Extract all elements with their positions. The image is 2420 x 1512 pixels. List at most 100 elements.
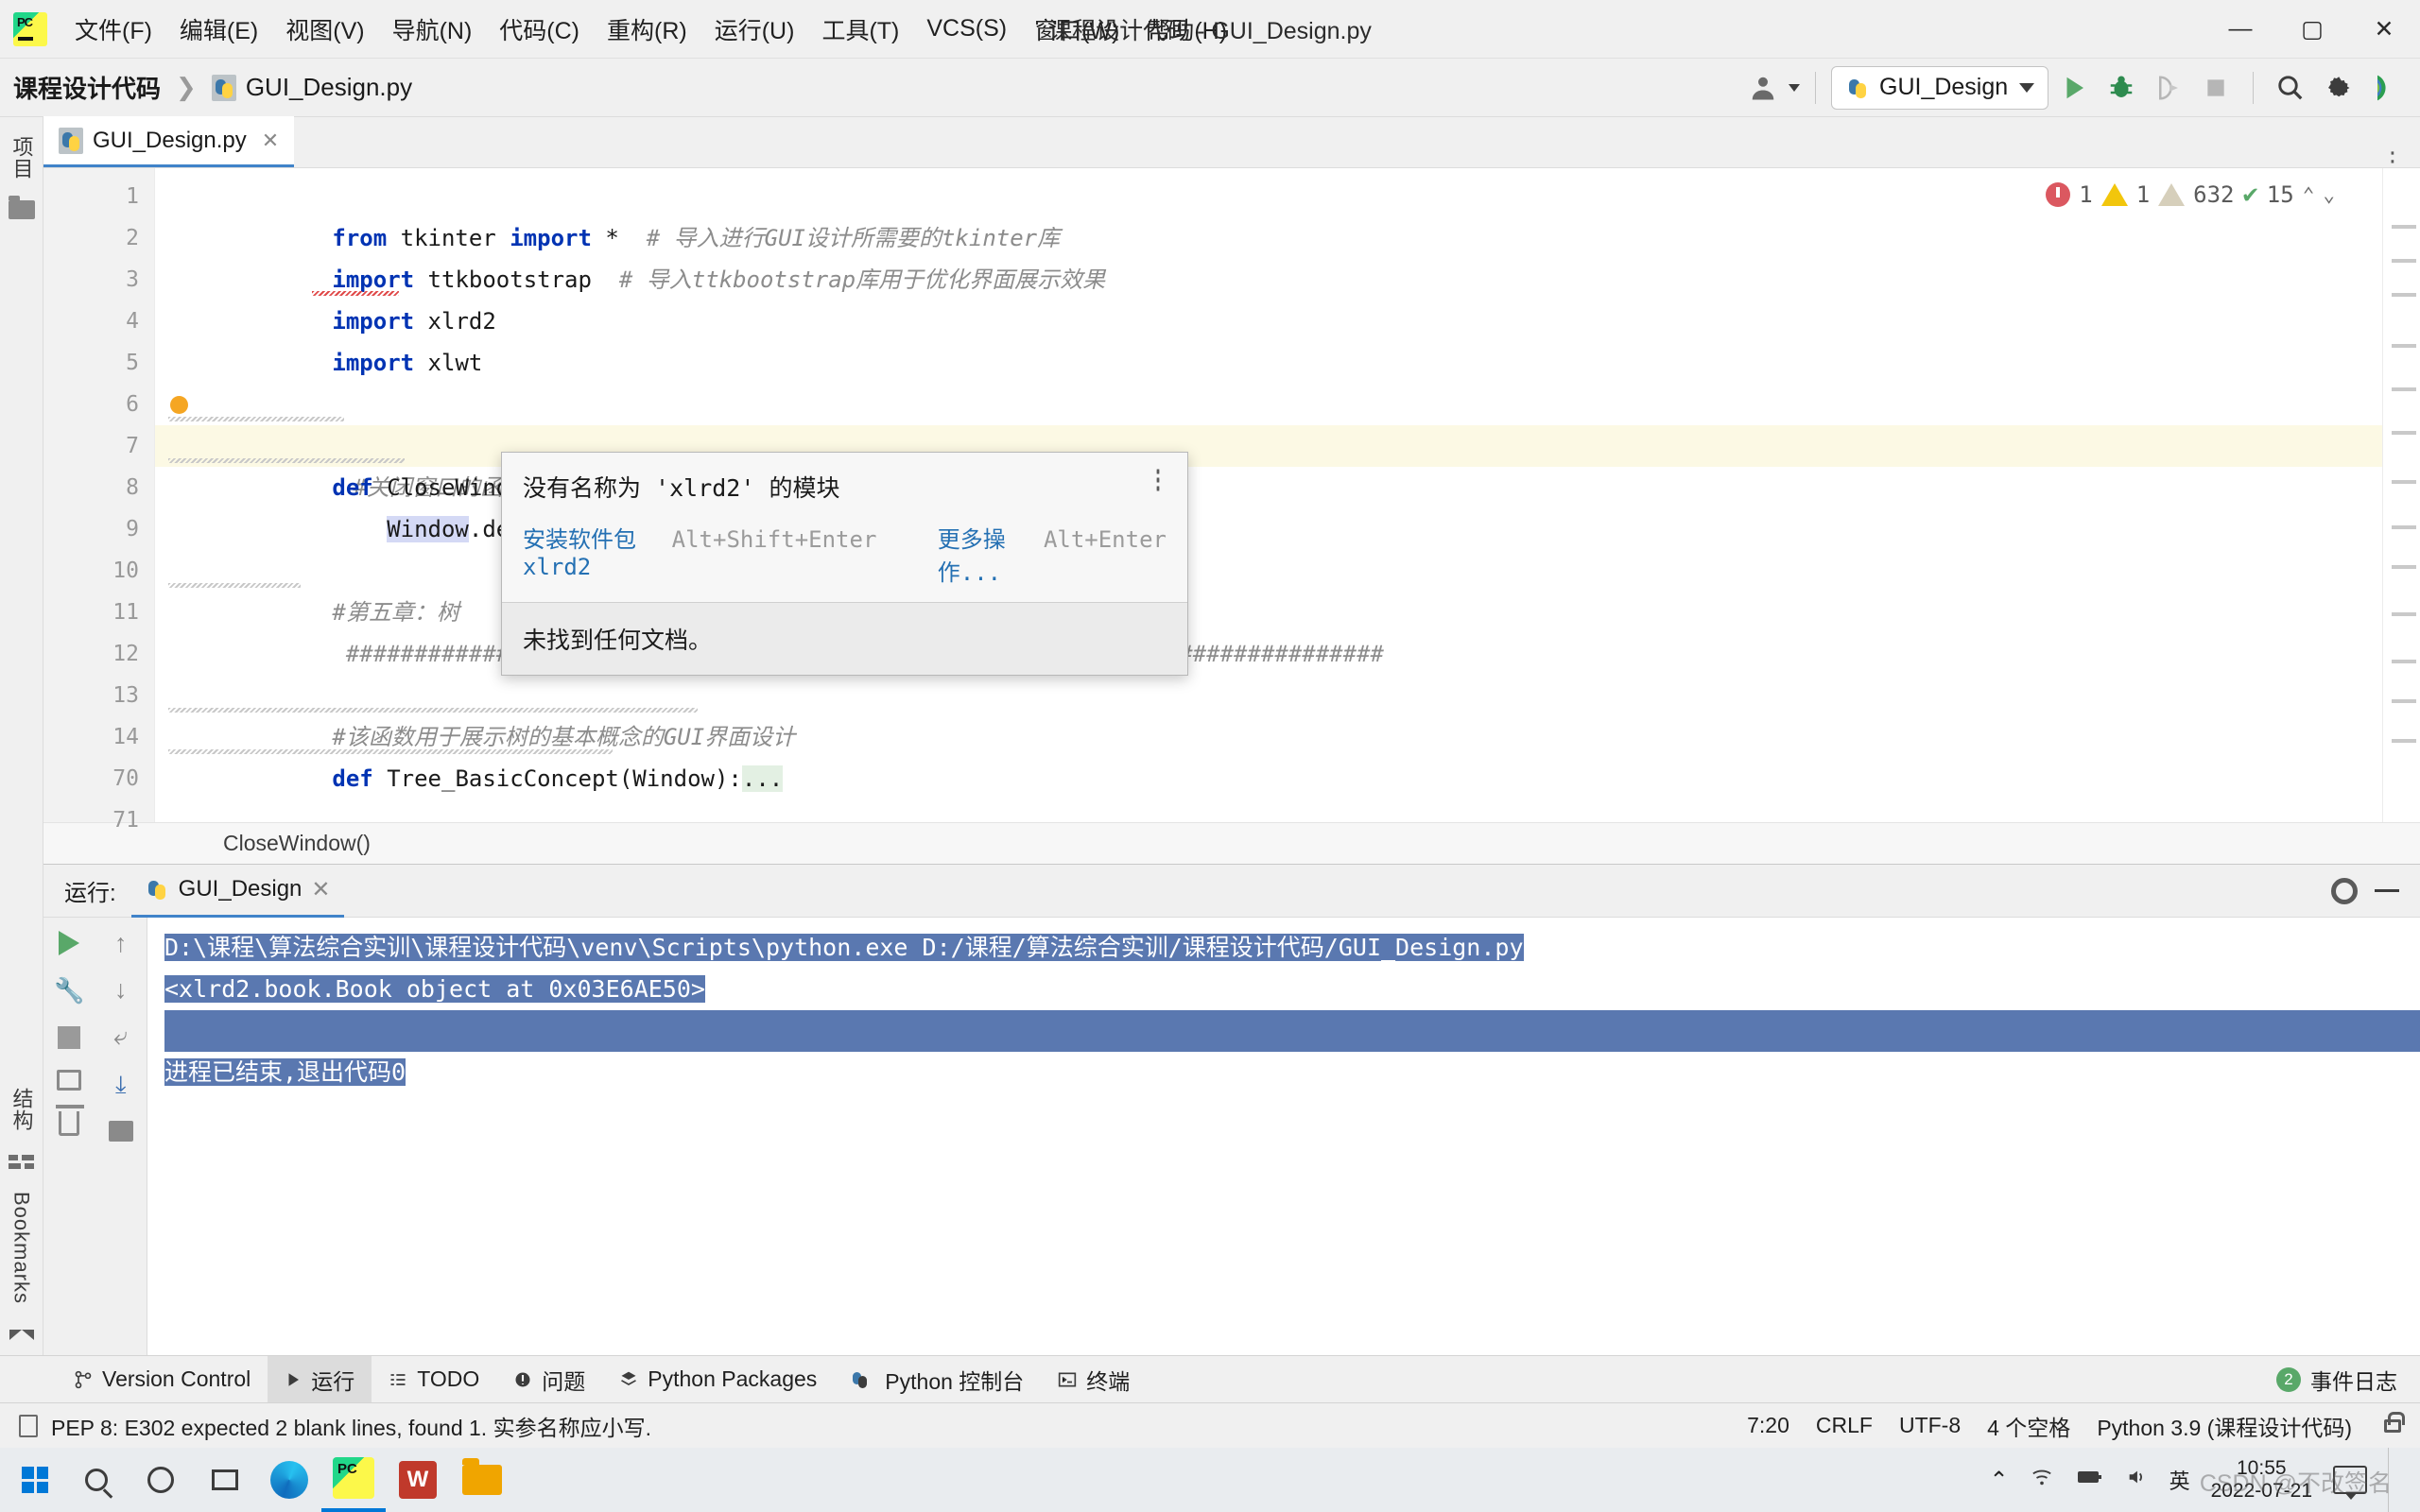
action-center-icon[interactable] <box>2333 1466 2367 1500</box>
search-icon[interactable] <box>2269 66 2312 110</box>
line-number: 8 <box>126 475 139 500</box>
inspection-widget[interactable]: 1 1 632 ✔ 15 ⌃ ⌄ <box>2042 178 2339 211</box>
project-folder-icon[interactable] <box>8 196 36 221</box>
account-dropdown-icon[interactable] <box>1789 83 1800 92</box>
event-log-label[interactable]: 事件日志 <box>2310 1364 2397 1396</box>
menu-navigate[interactable]: 导航(N) <box>380 6 485 53</box>
run-settings-gear-icon[interactable] <box>2331 877 2358 904</box>
code-line: import xlrd2 <box>155 259 2382 335</box>
tool-tab-run[interactable]: 运行 <box>268 1355 372 1403</box>
editor-tab-close-icon[interactable]: ✕ <box>262 129 279 153</box>
taskbar-search-icon[interactable] <box>64 1448 129 1512</box>
breadcrumb-project[interactable]: 课程设计代码 <box>13 70 161 105</box>
run-with-coverage-button[interactable] <box>2147 66 2190 110</box>
tool-tab-version-control[interactable]: Version Control <box>57 1356 268 1403</box>
menu-file[interactable]: 文件(F) <box>62 6 164 53</box>
down-stacktrace-icon[interactable]: ↓ <box>114 977 128 1003</box>
taskbar-pycharm-icon[interactable] <box>321 1448 386 1512</box>
event-log-area[interactable]: 2 事件日志 <box>2276 1364 2420 1396</box>
scroll-to-end-icon[interactable]: ⤓ <box>115 1070 127 1100</box>
pycharm-logo-icon <box>13 11 47 46</box>
volume-icon[interactable] <box>2124 1467 2149 1494</box>
file-encoding[interactable]: UTF-8 <box>1899 1413 1961 1438</box>
tool-tab-problems[interactable]: 问题 <box>496 1356 602 1403</box>
code-text-area[interactable]: from tkinter import * # 导入进行GUI设计所需要的tki… <box>155 168 2382 822</box>
battery-icon[interactable] <box>2075 1467 2103 1493</box>
run-tab-close-icon[interactable]: ✕ <box>311 876 330 903</box>
python-interpreter[interactable]: Python 3.9 (课程设计代码) <box>2097 1410 2352 1442</box>
menu-tools[interactable]: 工具(T) <box>809 6 911 53</box>
tool-tab-python-console[interactable]: Python 控制台 <box>834 1356 1041 1403</box>
ide-features-icon[interactable] <box>2363 66 2407 110</box>
menu-view[interactable]: 视图(V) <box>273 6 376 53</box>
intention-bulb-icon[interactable] <box>170 396 188 414</box>
edit-configuration-icon[interactable]: 🔧 <box>54 976 84 1005</box>
bookmark-icon[interactable] <box>8 1323 36 1346</box>
more-actions-link[interactable]: 更多操作... <box>938 521 1027 587</box>
clear-all-icon[interactable] <box>56 1105 85 1136</box>
menu-window[interactable]: 窗口(W) <box>1022 6 1132 53</box>
sidebar-item-bookmarks[interactable]: Bookmarks <box>9 1182 34 1314</box>
error-icon <box>2046 181 2071 207</box>
lock-icon[interactable] <box>2384 1411 2405 1433</box>
gear-icon[interactable] <box>2316 66 2360 110</box>
menu-refactor[interactable]: 重构(R) <box>595 6 700 53</box>
debug-button[interactable] <box>2100 66 2143 110</box>
tab-strip-options[interactable]: ⋮ <box>2380 148 2420 173</box>
menu-run[interactable]: 运行(U) <box>702 6 807 53</box>
doc-options-icon[interactable]: ⋮ <box>1146 469 1170 493</box>
tool-tab-terminal[interactable]: 终端 <box>1041 1356 1147 1403</box>
start-button[interactable] <box>6 1448 64 1512</box>
taskbar-clock[interactable]: 10:55 2022-07-21 <box>2211 1457 2312 1503</box>
more-options-icon[interactable]: ⋮ <box>2380 148 2405 173</box>
menu-vcs[interactable]: VCS(S) <box>914 9 1019 49</box>
layout-icon[interactable] <box>57 1070 82 1091</box>
structure-icon[interactable] <box>8 1150 36 1173</box>
caret-position[interactable]: 7:20 <box>1747 1413 1789 1438</box>
stop-process-icon[interactable] <box>58 1026 81 1049</box>
cortana-icon[interactable] <box>129 1448 193 1512</box>
show-desktop-button[interactable] <box>2388 1448 2401 1512</box>
console-text: <xlrd2.book.Book object at 0x03E6AE50> <box>164 975 705 1003</box>
menu-code[interactable]: 代码(C) <box>487 6 592 53</box>
menu-help[interactable]: 帮助(H) <box>1134 6 1239 53</box>
code-editor: 1 2 3 4 5 6 7 8 9 10 11 12 13 14 70 71 f… <box>43 168 2420 833</box>
maximize-button[interactable]: ▢ <box>2276 0 2348 59</box>
close-button[interactable]: ✕ <box>2348 0 2420 59</box>
up-stacktrace-icon[interactable]: ↑ <box>114 931 128 956</box>
run-tab-gui-design[interactable]: GUI_Design ✕ <box>130 865 344 918</box>
tool-tab-todo[interactable]: TODO <box>372 1356 496 1403</box>
line-separator[interactable]: CRLF <box>1816 1413 1873 1438</box>
print-icon[interactable] <box>108 1121 133 1142</box>
breadcrumb-file[interactable]: GUI_Design.py <box>246 73 412 102</box>
inspection-popup[interactable]: ⋮ 没有名称为 'xlrd2' 的模块 安装软件包 xlrd2 Alt+Shif… <box>501 452 1188 676</box>
console-output[interactable]: D:\课程\算法综合实训\课程设计代码\venv\Scripts\python.… <box>147 918 2420 1355</box>
run-configuration-selector[interactable]: GUI_Design <box>1831 65 2048 110</box>
taskbar-wps-icon[interactable]: W <box>386 1448 450 1512</box>
sidebar-item-structure[interactable]: 结构 <box>7 1078 37 1141</box>
task-view-icon[interactable] <box>193 1448 257 1512</box>
rerun-icon[interactable] <box>59 931 80 955</box>
taskbar-explorer-icon[interactable] <box>450 1448 514 1512</box>
next-highlight-icon[interactable]: ⌄ <box>2323 183 2335 206</box>
status-message: PEP 8: E302 expected 2 blank lines, foun… <box>51 1415 651 1440</box>
run-button[interactable] <box>2052 66 2096 110</box>
hide-tool-window-icon[interactable] <box>2375 889 2399 892</box>
tool-tab-python-packages[interactable]: Python Packages <box>602 1356 834 1403</box>
editor-tab-gui-design[interactable]: GUI_Design.py ✕ <box>43 116 295 167</box>
stop-button[interactable] <box>2194 66 2238 110</box>
editor-marker-scrollbar[interactable] <box>2382 168 2420 822</box>
ime-indicator[interactable]: 英 <box>2169 1465 2190 1495</box>
prev-highlight-icon[interactable]: ⌃ <box>2303 183 2315 206</box>
indent-setting[interactable]: 4 个空格 <box>1987 1410 2070 1442</box>
wifi-icon[interactable] <box>2030 1467 2054 1494</box>
tray-expand-icon[interactable]: ⌃ <box>1989 1467 2008 1494</box>
soft-wrap-icon[interactable]: ⤶ <box>113 1023 128 1049</box>
minimize-button[interactable]: — <box>2204 0 2276 59</box>
menu-edit[interactable]: 编辑(E) <box>167 6 270 53</box>
install-package-link[interactable]: 安装软件包 xlrd2 <box>523 521 655 580</box>
account-icon[interactable] <box>1741 66 1785 110</box>
editor-breadcrumb-symbol[interactable]: CloseWindow() <box>223 831 371 856</box>
sidebar-item-project[interactable]: 项目 <box>7 127 37 189</box>
taskbar-edge-icon[interactable] <box>257 1448 321 1512</box>
